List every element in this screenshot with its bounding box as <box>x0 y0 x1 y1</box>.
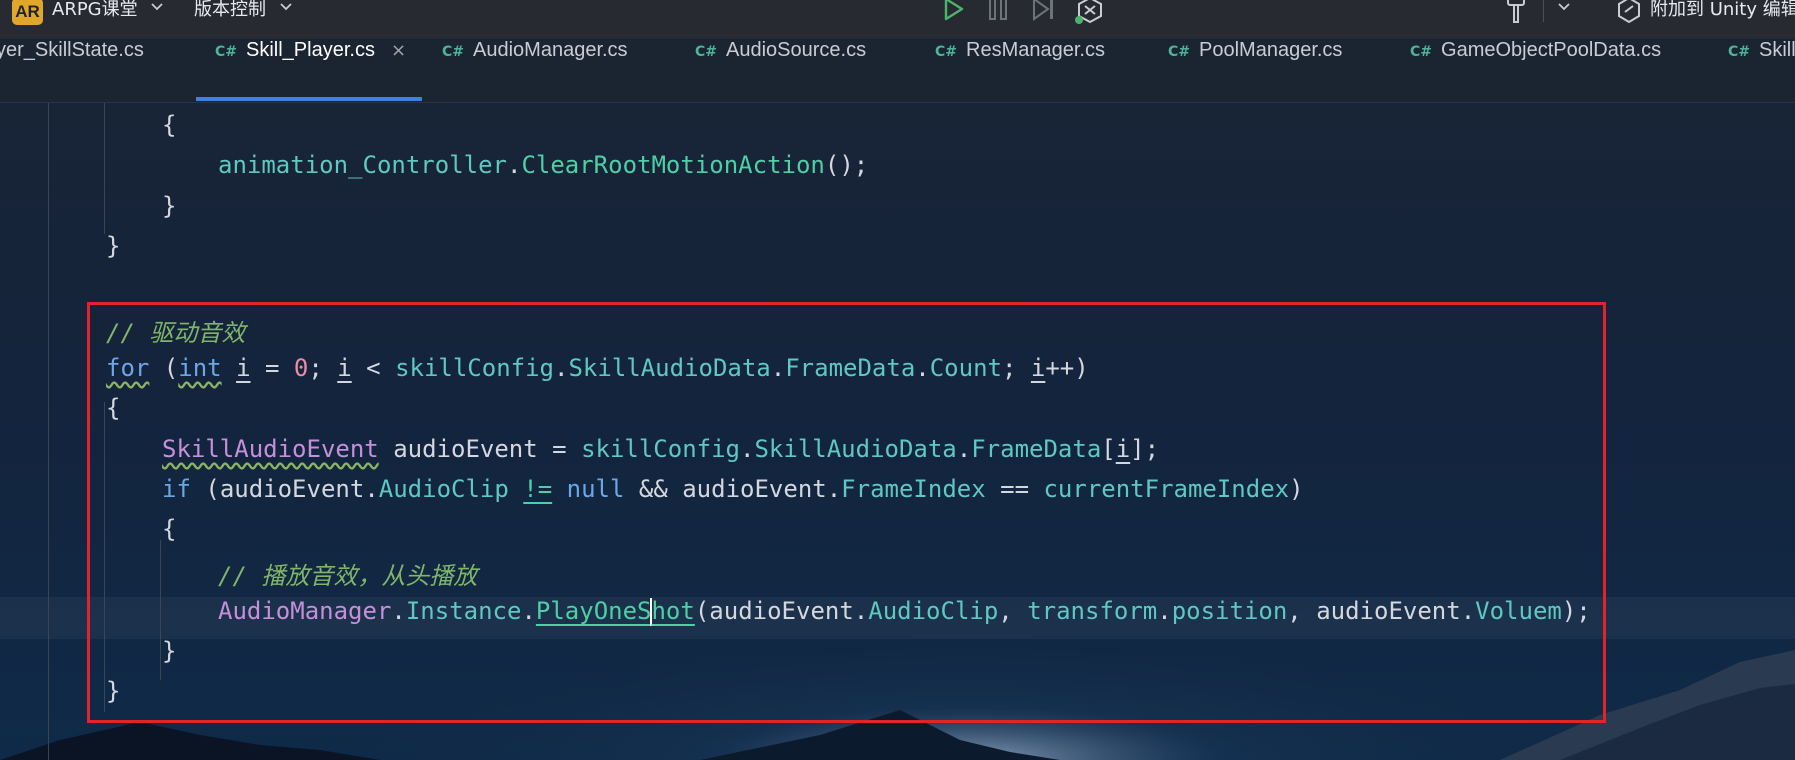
editor-tab-bar: yer_SkillState.cs C# Skill_Player.cs × C# A… <box>0 39 1795 103</box>
code-token-field: animation_Controller <box>218 151 507 179</box>
tab-gameobjectpooldata[interactable]: C# GameObjectPoolData.cs <box>1410 39 1661 102</box>
code-token-punct: (); <box>824 151 869 179</box>
chevron-down-icon[interactable] <box>279 0 293 14</box>
csharp-file-icon: C# <box>1168 44 1191 60</box>
tab-label: GameObjectPoolData.cs <box>1441 39 1662 61</box>
tab-label: yer_SkillState.cs <box>0 39 144 61</box>
code-token-brace: { <box>162 111 177 139</box>
tab-poolmanager[interactable]: C# PoolManager.cs <box>1168 39 1342 102</box>
chevron-down-icon[interactable] <box>150 0 164 14</box>
tab-label: PoolManager.cs <box>1199 39 1343 61</box>
main-toolbar: AR ARPG课堂 版本控制 附加到 Unity 编辑 <box>0 0 1795 39</box>
project-badge[interactable]: AR <box>12 0 43 25</box>
code-line[interactable]: { <box>162 111 176 151</box>
tab-audiosource[interactable]: C# AudioSource.cs <box>695 39 866 102</box>
toolbar-separator <box>1543 0 1544 22</box>
csharp-file-icon: C# <box>1410 44 1433 60</box>
tab-label: AudioManager.cs <box>473 39 628 61</box>
tab-skill-truncated[interactable]: C# Skill <box>1728 39 1795 102</box>
code-token-brace: } <box>162 192 177 220</box>
annotation-highlight-box <box>87 302 1606 723</box>
indent-guide <box>48 102 49 760</box>
csharp-file-icon: C# <box>1728 44 1751 60</box>
debug-attach-icon[interactable] <box>1074 0 1106 24</box>
tab-label: Skill <box>1759 39 1795 61</box>
tab-label: ResManager.cs <box>966 39 1105 61</box>
csharp-file-icon: C# <box>442 44 465 60</box>
tab-skill-player[interactable]: C# Skill_Player.cs × <box>215 39 406 102</box>
tab-audiomanager[interactable]: C# AudioManager.cs <box>442 39 628 102</box>
build-hammer-icon[interactable] <box>1504 0 1528 24</box>
chevron-down-icon[interactable] <box>1557 0 1571 14</box>
step-icon[interactable] <box>1030 0 1058 22</box>
code-line[interactable]: animation_Controller.ClearRootMotionActi… <box>218 151 868 191</box>
code-line[interactable]: } <box>162 192 176 232</box>
play-icon[interactable] <box>940 0 966 22</box>
csharp-file-icon: C# <box>935 44 958 60</box>
tab-player-skillstate[interactable]: yer_SkillState.cs <box>0 39 144 102</box>
code-token-dot: . <box>506 151 522 179</box>
project-selector[interactable]: ARPG课堂 <box>52 0 138 22</box>
tab-resmanager[interactable]: C# ResManager.cs <box>935 39 1105 102</box>
tab-label: Skill_Player.cs <box>246 39 375 61</box>
vcs-menu[interactable]: 版本控制 <box>194 0 266 22</box>
indent-guide <box>104 102 105 234</box>
tab-label: AudioSource.cs <box>726 39 867 61</box>
pause-icon[interactable] <box>986 0 1010 22</box>
code-line[interactable]: } <box>106 232 120 272</box>
active-tab-indicator <box>196 97 422 101</box>
code-token-brace: } <box>106 232 121 260</box>
csharp-file-icon: C# <box>695 44 718 60</box>
attach-to-unity-button[interactable]: 附加到 Unity 编辑 <box>1650 0 1795 22</box>
close-icon[interactable]: × <box>391 40 406 61</box>
attach-icon[interactable] <box>1616 0 1642 24</box>
code-token-method: ClearRootMotionAction <box>521 151 825 179</box>
csharp-file-icon: C# <box>215 44 238 60</box>
code-editor[interactable]: { animation_Controller.ClearRootMotionAc… <box>0 102 1795 760</box>
